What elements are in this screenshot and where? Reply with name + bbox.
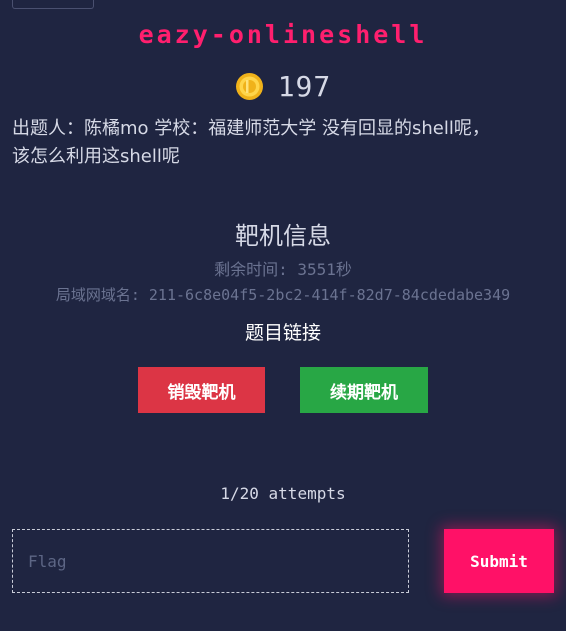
coin-icon [235,72,264,101]
target-info-title: 靶机信息 [235,222,331,250]
challenge-points: 197 [277,69,332,103]
attempts-counter: 1/20 attempts [220,484,346,503]
destroy-target-button[interactable]: 销毁靶机 [138,367,265,413]
renew-target-button[interactable]: 续期靶机 [300,367,428,413]
description-line-1: 出题人：陈橘mo 学校：福建师范大学 没有回显的shell呢， [12,118,490,139]
submit-button[interactable]: Submit [444,529,554,593]
challenge-title: eazy-onlineshell [138,20,428,49]
remaining-time: 剩余时间: 3551秒 [214,260,352,279]
target-domain: 局域网域名: 211-6c8e04f5-2bc2-414f-82d7-84cde… [55,286,511,304]
points-row: 197 [0,66,566,106]
challenge-link[interactable]: 题目链接 [0,318,566,345]
challenge-description: 出题人：陈橘mo 学校：福建师范大学 没有回显的shell呢， 该怎么利用这sh… [12,115,552,171]
description-line-2: 该怎么利用这shell呢 [12,146,180,167]
flag-input[interactable] [12,529,409,593]
top-tab[interactable] [12,0,94,9]
